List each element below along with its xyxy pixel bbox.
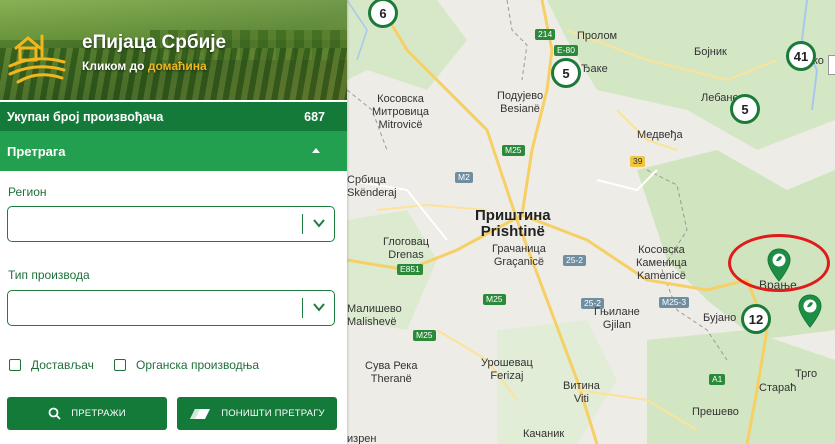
producer-count-bar: Укупан број произвођача 687 [0, 102, 347, 131]
producer-count-label: Укупан број произвођача [7, 110, 164, 124]
place-label: Приштина Prishtinë [475, 207, 551, 240]
delivery-checkbox[interactable]: Достављач [9, 358, 94, 372]
place-label: Косовска Каменица Kamenicë [636, 244, 687, 282]
place-label: Гњилане Gjilan [594, 306, 640, 331]
eraser-icon [190, 408, 211, 419]
road-shield: A1 [709, 374, 726, 385]
reset-search-button[interactable]: ПОНИШТИ ПРЕТРАГУ [177, 397, 337, 430]
place-label: Трго [795, 368, 818, 380]
road-shield: M25 [483, 294, 506, 305]
farm-logo-icon [8, 34, 66, 84]
app: 214 E-80 M25 M2 39 25-2 25-2 M25-3 M25 E… [0, 0, 835, 444]
search-panel-title: Претрага [7, 144, 66, 159]
producer-pin-icon[interactable] [798, 294, 822, 328]
place-label: Бојник [694, 46, 727, 58]
place-label: Глоговац Drenas [383, 236, 430, 261]
product-type-label: Тип производа [8, 268, 90, 282]
header-banner: еПијаца Србије Кликом до домаћина [0, 0, 347, 100]
brand-subtitle: Кликом до домаћина [82, 59, 207, 73]
road-shield: 214 [535, 29, 556, 40]
chevron-down-icon [313, 219, 325, 228]
search-panel-toggle[interactable]: Претрага [0, 131, 347, 171]
cluster-marker[interactable]: 12 [741, 304, 771, 334]
place-label: Подујево Besianë [497, 90, 544, 115]
search-button[interactable]: ПРЕТРАЖИ [7, 397, 167, 430]
road-shield: M25 [502, 145, 525, 156]
cluster-marker[interactable]: 41 [786, 41, 816, 71]
place-label: изрен [347, 433, 377, 444]
road-shield: M25-3 [659, 297, 690, 308]
place-label: Пролом [577, 30, 618, 42]
search-icon [48, 407, 61, 420]
place-label: Бујано [703, 312, 737, 324]
road-shield: E851 [397, 264, 423, 275]
producer-count-value: 687 [304, 110, 325, 124]
road-shield: 39 [630, 156, 646, 167]
region-label: Регион [8, 185, 47, 199]
road-shield: M25 [413, 330, 436, 341]
region-select[interactable] [7, 206, 335, 242]
chevron-down-icon [313, 303, 325, 312]
cluster-marker[interactable]: 5 [730, 94, 760, 124]
place-label: Грачаница Graçanicë [492, 243, 546, 268]
map[interactable]: 214 E-80 M25 M2 39 25-2 25-2 M25-3 M25 E… [347, 0, 835, 444]
road-shield: 25-2 [563, 255, 587, 266]
caret-up-icon [312, 148, 320, 153]
place-label: Качаник [523, 428, 565, 440]
place-label: Прешево [692, 406, 739, 418]
sidebar: еПијаца Србије Кликом до домаћина Укупан… [0, 0, 347, 444]
place-label: Малишево Malishevë [347, 303, 402, 328]
checkbox-box[interactable] [114, 359, 126, 371]
producer-pin-icon[interactable] [767, 248, 791, 282]
checkbox-box[interactable] [9, 359, 21, 371]
road-shield: E-80 [554, 45, 578, 56]
road-shield: M2 [455, 172, 473, 183]
place-label: Ђаке [581, 63, 608, 75]
place-label: Витина Viti [563, 380, 600, 405]
organic-checkbox[interactable]: Органска производња [114, 358, 259, 372]
map-edge-control[interactable] [828, 55, 835, 75]
place-label: Урошевац Ferizaj [481, 357, 533, 382]
product-type-select[interactable] [7, 290, 335, 326]
place-label: Медвеђа [637, 129, 683, 141]
cluster-marker[interactable]: 5 [551, 58, 581, 88]
place-label: Косовска Митровица Mitrovicë [372, 93, 429, 131]
place-label: Србица Skënderaj [347, 174, 397, 199]
brand-title: еПијаца Србије [82, 32, 227, 53]
place-label: Сува Река Theranë [365, 360, 418, 385]
place-label: Стараћ [759, 382, 797, 394]
